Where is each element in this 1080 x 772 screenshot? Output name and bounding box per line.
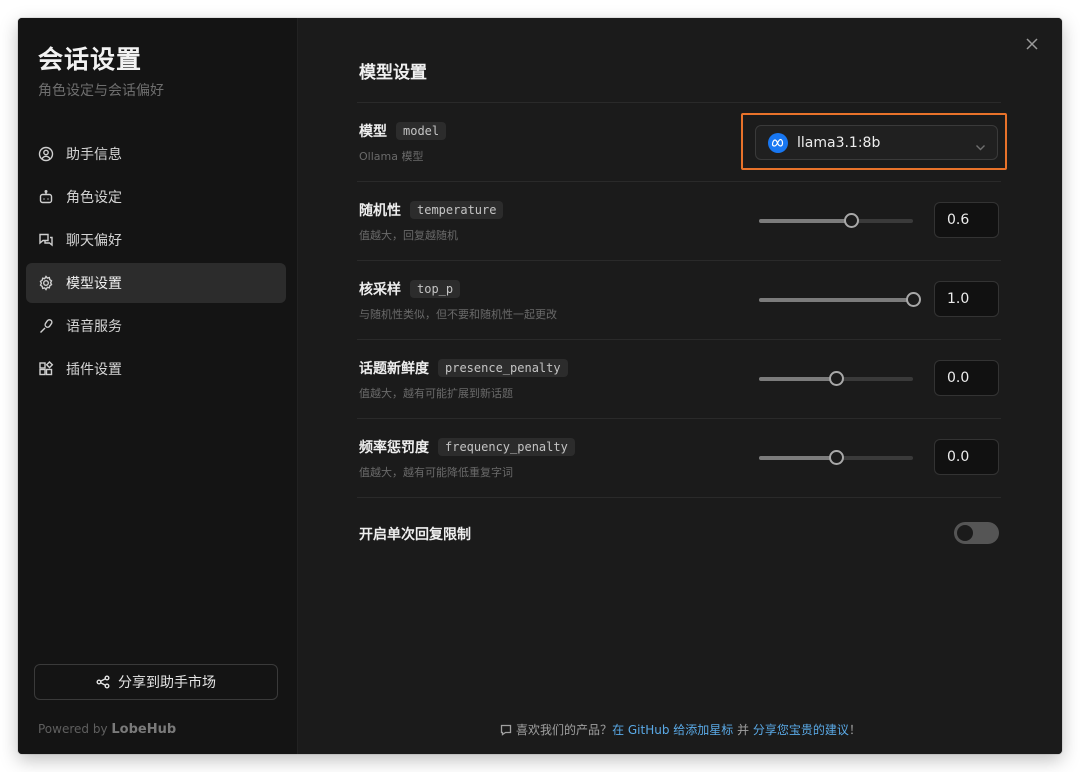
share-icon	[96, 675, 118, 689]
settings-list: 模型 model Ollama 模型 llama3.1:8b 随机性 tempe…	[357, 102, 1007, 567]
feedback-link[interactable]: 分享您宝贵的建议	[753, 723, 849, 737]
reply-limit-label: 开启单次回复限制	[359, 527, 471, 543]
sidebar-item-plugin-settings[interactable]: 插件设置	[26, 349, 286, 389]
model-select-value: llama3.1:8b	[797, 134, 881, 151]
sidebar-item-assistant-info[interactable]: 助手信息	[26, 134, 286, 174]
top-p-input[interactable]: 1.0	[934, 281, 999, 317]
frequency-penalty-input[interactable]: 0.0	[934, 439, 999, 475]
sidebar-item-label: 语音服务	[66, 319, 122, 335]
model-label: 模型 model	[359, 121, 447, 141]
sidebar-item-label: 助手信息	[66, 147, 122, 163]
section-title: 模型设置	[359, 63, 427, 83]
slider-handle[interactable]	[906, 292, 921, 307]
slider-handle[interactable]	[829, 371, 844, 386]
close-icon	[1026, 38, 1038, 50]
param-label-text: 核采样	[359, 282, 401, 298]
param-row-top-p: 核采样 top_p 与随机性类似，但不要和随机性一起更改 1.0	[357, 260, 1001, 339]
slider-handle[interactable]	[844, 213, 860, 228]
param-desc: 值越大，回复越随机	[359, 229, 458, 242]
sidebar: 会话设置 角色设定与会话偏好 助手信息 角色设定 聊天偏好 模型设置 语音服务 …	[18, 18, 298, 754]
model-tag: model	[396, 122, 447, 140]
sidebar-item-voice-service[interactable]: 语音服务	[26, 306, 286, 346]
reply-limit-toggle[interactable]	[954, 522, 999, 544]
chat-bubbles-icon	[38, 232, 54, 248]
sidebar-item-label: 聊天偏好	[66, 233, 122, 249]
param-tag: temperature	[410, 201, 504, 219]
param-row-presence-penalty: 话题新鲜度 presence_penalty 值越大，越有可能扩展到新话题 0.…	[357, 339, 1001, 418]
frequency-penalty-slider[interactable]	[759, 450, 913, 465]
footer-text: 喜欢我们的产品？	[516, 723, 613, 737]
robot-icon	[38, 189, 54, 205]
presence-penalty-input[interactable]: 0.0	[934, 360, 999, 396]
param-row-frequency-penalty: 频率惩罚度 frequency_penalty 值越大，越有可能降低重复字词 0…	[357, 418, 1001, 497]
param-label-text: 频率惩罚度	[359, 440, 429, 456]
main-panel: 模型设置 模型 model Ollama 模型 llama3.1:8b 随机性 …	[299, 18, 1062, 754]
footer-text: 并	[733, 723, 753, 737]
blocks-icon	[38, 361, 54, 377]
param-row-temperature: 随机性 temperature 值越大，回复越随机 0.6	[357, 181, 1001, 260]
model-row: 模型 model Ollama 模型 llama3.1:8b	[357, 102, 1007, 181]
temperature-slider[interactable]	[759, 213, 913, 228]
sidebar-nav: 助手信息 角色设定 聊天偏好 模型设置 语音服务 插件设置	[26, 134, 286, 392]
gear-icon	[38, 275, 54, 291]
user-circle-icon	[38, 146, 54, 162]
microphone-icon	[38, 318, 54, 334]
share-button-label: 分享到助手市场	[118, 675, 216, 691]
param-label: 随机性 temperature	[359, 200, 504, 220]
param-desc: 值越大，越有可能降低重复字词	[359, 466, 513, 479]
powered-brand[interactable]: LobeHub	[111, 722, 176, 737]
sidebar-item-chat-preference[interactable]: 聊天偏好	[26, 220, 286, 260]
presence-penalty-slider[interactable]	[759, 371, 913, 386]
param-label: 核采样 top_p	[359, 279, 461, 299]
temperature-input[interactable]: 0.6	[934, 202, 999, 238]
slider-handle[interactable]	[829, 450, 844, 465]
model-label-text: 模型	[359, 124, 387, 140]
meta-icon	[768, 132, 788, 153]
param-tag: frequency_penalty	[438, 438, 575, 456]
param-label: 话题新鲜度 presence_penalty	[359, 358, 568, 378]
param-desc: 与随机性类似，但不要和随机性一起更改	[359, 308, 557, 321]
sidebar-item-label: 模型设置	[66, 276, 122, 292]
sidebar-item-role[interactable]: 角色设定	[26, 177, 286, 217]
sidebar-title: 会话设置	[38, 45, 143, 74]
param-label-text: 随机性	[359, 203, 401, 219]
param-label-text: 话题新鲜度	[359, 361, 429, 377]
slider-fill	[759, 219, 852, 223]
close-button[interactable]	[1024, 36, 1040, 52]
share-to-market-button[interactable]: 分享到助手市场	[34, 664, 278, 700]
param-tag: top_p	[410, 280, 461, 298]
chevron-down-icon	[975, 138, 986, 151]
sidebar-item-model-settings[interactable]: 模型设置	[26, 263, 286, 303]
feedback-icon	[500, 723, 516, 737]
param-tag: presence_penalty	[438, 359, 568, 377]
sidebar-item-label: 角色设定	[66, 190, 122, 206]
footer-text: ！	[848, 723, 861, 737]
powered-by: Powered by LobeHub	[38, 722, 176, 737]
sidebar-subtitle: 角色设定与会话偏好	[38, 83, 164, 99]
slider-fill	[759, 298, 913, 302]
settings-modal: 会话设置 角色设定与会话偏好 助手信息 角色设定 聊天偏好 模型设置 语音服务 …	[18, 18, 1062, 754]
toggle-knob	[957, 525, 973, 541]
top-p-slider[interactable]	[759, 292, 921, 307]
reply-limit-row: 开启单次回复限制	[357, 497, 1001, 567]
param-label: 频率惩罚度 frequency_penalty	[359, 437, 575, 457]
slider-fill	[759, 377, 836, 381]
github-star-link[interactable]: 在 GitHub 给添加星标	[612, 723, 733, 737]
param-desc: 值越大，越有可能扩展到新话题	[359, 387, 513, 400]
slider-fill	[759, 456, 836, 460]
sidebar-item-label: 插件设置	[66, 362, 122, 378]
model-select[interactable]: llama3.1:8b	[755, 125, 998, 160]
feedback-footer: 喜欢我们的产品？在 GitHub 给添加星标 并 分享您宝贵的建议！	[299, 721, 1062, 738]
model-desc: Ollama 模型	[359, 150, 424, 163]
powered-prefix: Powered by	[38, 722, 108, 736]
